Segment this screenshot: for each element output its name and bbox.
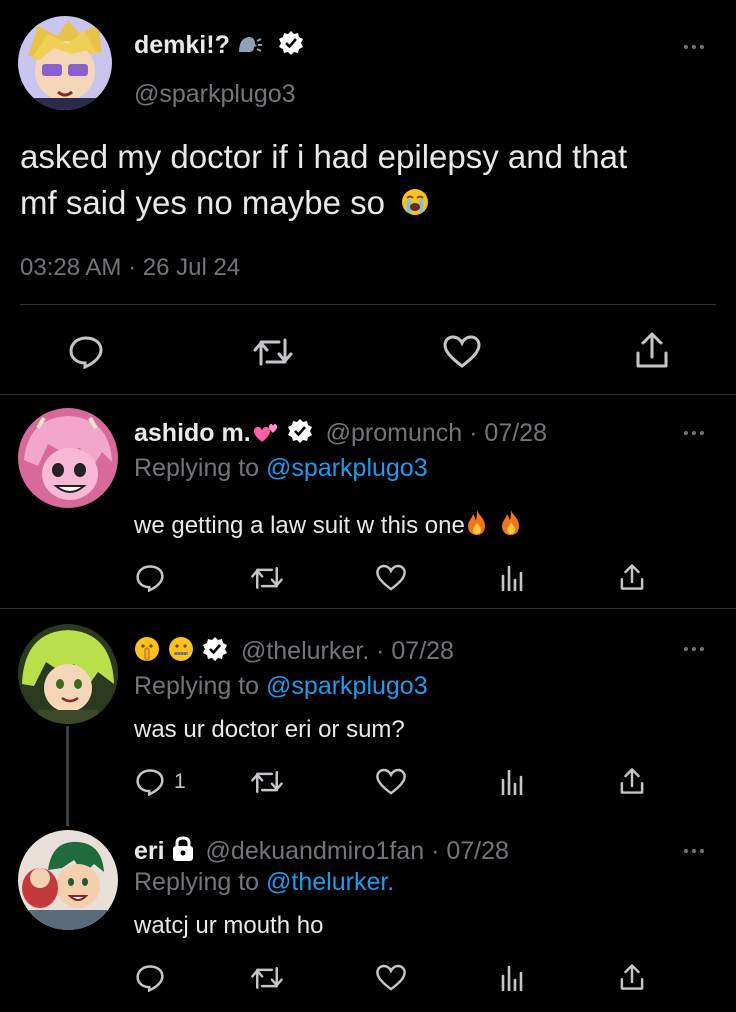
like-icon[interactable]: [440, 334, 484, 370]
avatar[interactable]: [18, 830, 118, 930]
share-icon[interactable]: [618, 562, 646, 592]
reply-icon[interactable]: [134, 964, 166, 992]
more-options-button[interactable]: [684, 846, 704, 856]
tweet-text: asked my doctor if i had epilepsy and th…: [20, 134, 627, 229]
reply-icon[interactable]: [134, 564, 166, 592]
fire-icon: [465, 508, 489, 543]
author-handle[interactable]: @sparkplugo3: [134, 80, 296, 109]
views-icon[interactable]: [498, 564, 526, 592]
avatar[interactable]: [18, 16, 112, 110]
reply-author-line: eri @dekuandmiro1fan · 07/28: [134, 836, 509, 869]
share-icon[interactable]: [632, 330, 672, 370]
replying-to-handle[interactable]: @thelurker.: [266, 868, 394, 896]
more-options-button[interactable]: [684, 42, 704, 52]
more-options-button[interactable]: [684, 644, 704, 654]
reply-text: watcj ur mouth ho: [134, 912, 324, 939]
display-name[interactable]: eri: [134, 837, 165, 865]
share-icon[interactable]: [618, 962, 646, 992]
tweet-text-line-1: asked my doctor if i had epilepsy and th…: [20, 138, 628, 175]
avatar[interactable]: [18, 408, 118, 508]
views-icon[interactable]: [498, 964, 526, 992]
two-hearts-icon: [253, 422, 279, 451]
lock-icon: [171, 836, 195, 869]
reply-count: 1: [174, 770, 186, 793]
thread-line: [66, 726, 69, 826]
retweet-icon[interactable]: [248, 768, 286, 796]
share-icon[interactable]: [618, 766, 646, 796]
verified-badge-icon: [202, 636, 228, 669]
replying-to-handle[interactable]: @sparkplugo3: [266, 454, 428, 482]
shushing-face-icon: [134, 636, 160, 669]
verified-badge-icon: [287, 418, 313, 451]
views-icon[interactable]: [498, 768, 526, 796]
retweet-icon[interactable]: [250, 334, 296, 370]
reply-icon[interactable]: [134, 768, 166, 796]
replying-to-label: Replying to: [134, 672, 260, 700]
display-name[interactable]: ashido m.: [134, 419, 251, 447]
replying-to-label: Replying to: [134, 868, 260, 896]
display-name[interactable]: demki!?: [134, 31, 230, 59]
reply-text-content: we getting a law suit w this one: [134, 512, 465, 539]
tweet-text-line-2: mf said yes no maybe so: [20, 184, 385, 221]
reply-date[interactable]: · 07/28: [431, 837, 509, 865]
fire-icon: [499, 508, 523, 543]
reply-handle[interactable]: @promunch: [326, 419, 463, 447]
divider: [20, 304, 716, 305]
retweet-icon[interactable]: [248, 964, 286, 992]
reply-text: was ur doctor eri or sum?: [134, 716, 405, 743]
reply-handle[interactable]: @dekuandmiro1fan: [206, 837, 425, 865]
like-icon[interactable]: [374, 768, 408, 796]
replying-to: Replying to @sparkplugo3: [134, 672, 428, 701]
author-line: demki!?: [134, 30, 304, 63]
like-icon[interactable]: [374, 564, 408, 592]
reply-author-line: ashido m. @promunch · 07/28: [134, 418, 547, 451]
replying-to-label: Replying to: [134, 454, 260, 482]
divider: [0, 608, 736, 609]
reply-icon[interactable]: [66, 334, 106, 370]
reply-text: we getting a law suit w this one: [134, 508, 523, 543]
reply-date[interactable]: · 07/28: [469, 419, 547, 447]
loudly-crying-face-icon: [400, 183, 430, 229]
zipper-mouth-face-icon: [168, 636, 194, 669]
speaking-head-icon: [237, 34, 263, 63]
tweet-timestamp[interactable]: 03:28 AM · 26 Jul 24: [20, 254, 240, 282]
retweet-icon[interactable]: [248, 564, 286, 592]
replying-to: Replying to @sparkplugo3: [134, 454, 428, 483]
replying-to: Replying to @thelurker.: [134, 868, 394, 897]
divider: [0, 394, 736, 395]
avatar[interactable]: [18, 624, 118, 724]
tweet-text-line-2-wrap: mf said yes no maybe so: [20, 180, 627, 229]
reply-date[interactable]: · 07/28: [376, 637, 454, 665]
reply-author-line: @thelurker. · 07/28: [134, 636, 454, 669]
replying-to-handle[interactable]: @sparkplugo3: [266, 672, 428, 700]
more-options-button[interactable]: [684, 428, 704, 438]
like-icon[interactable]: [374, 964, 408, 992]
verified-badge-icon: [278, 30, 304, 63]
reply-handle[interactable]: @thelurker.: [241, 637, 369, 665]
